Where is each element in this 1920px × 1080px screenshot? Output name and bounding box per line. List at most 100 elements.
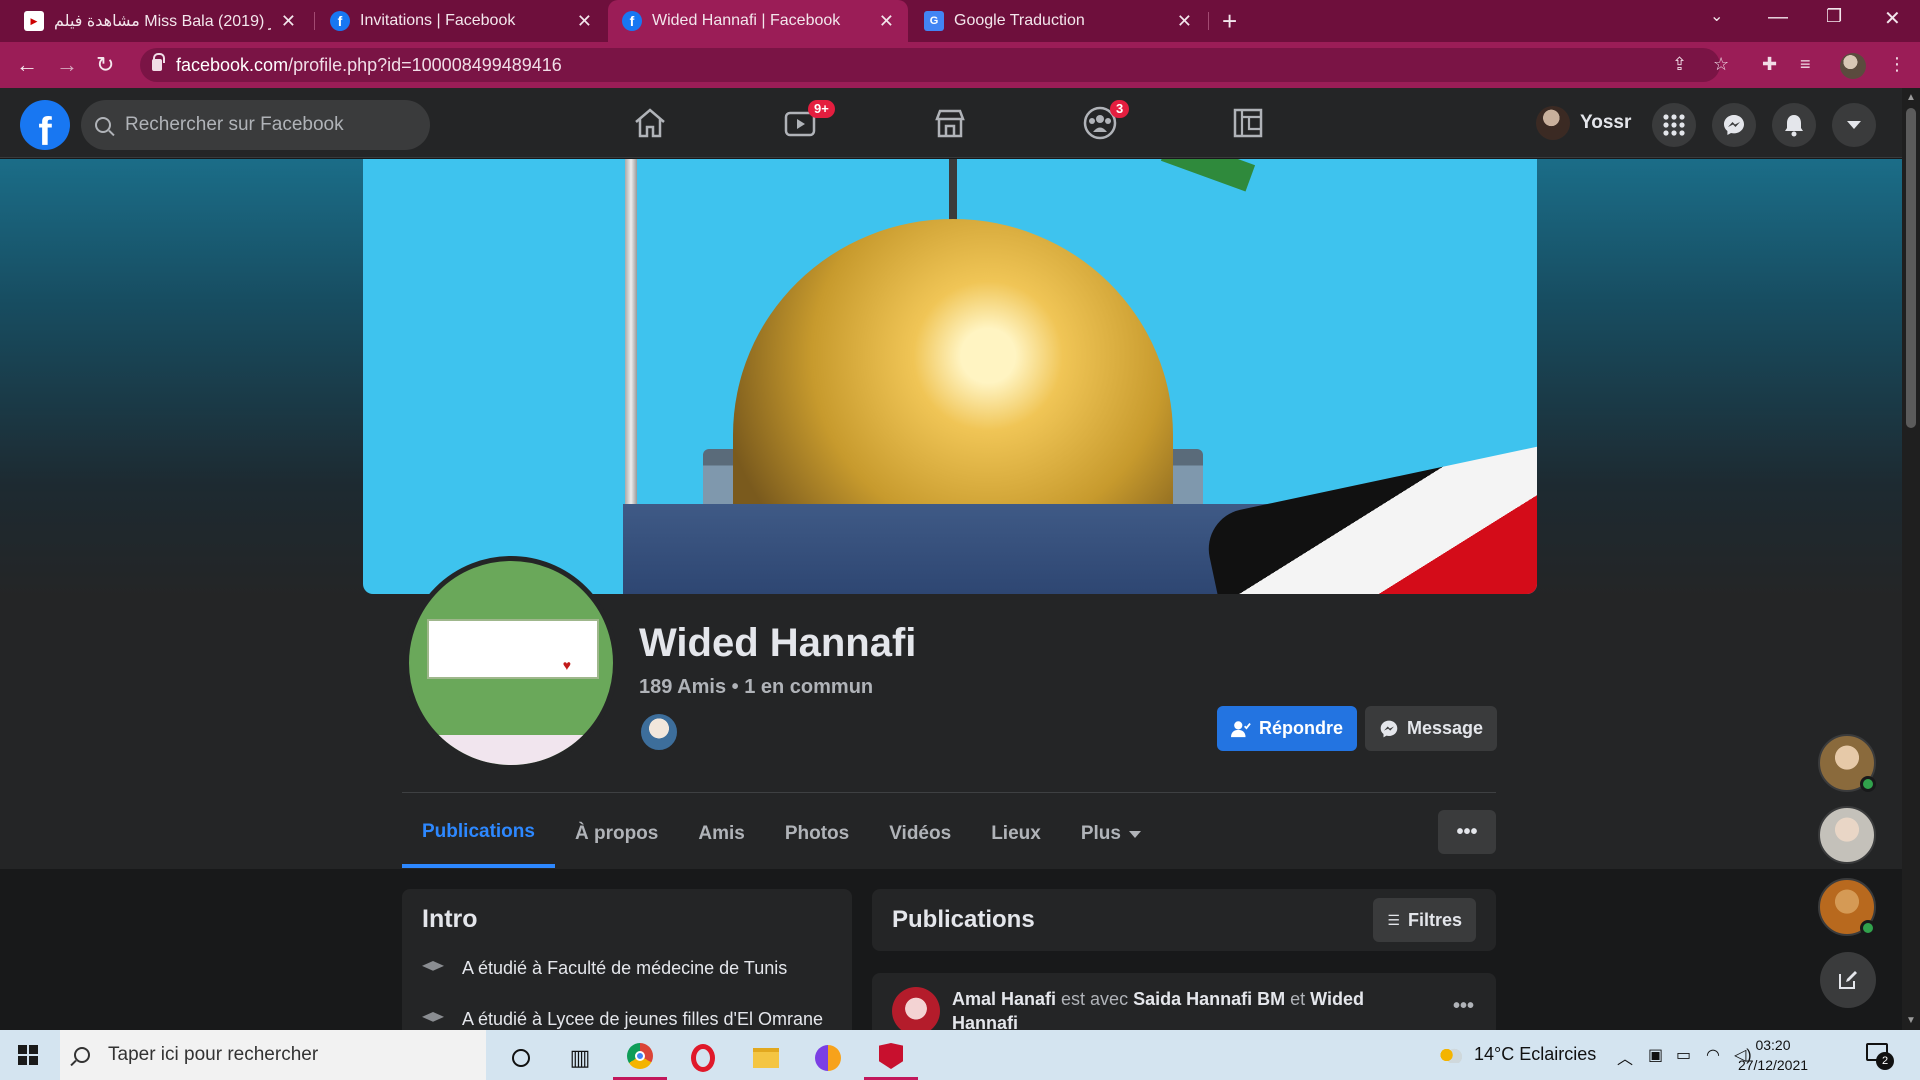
task-view-icon[interactable]: ▥ bbox=[553, 1035, 607, 1080]
address-bar[interactable]: facebook.com/profile.php?id=100008499489… bbox=[140, 48, 1720, 82]
reload-icon[interactable]: ↻ bbox=[96, 52, 114, 78]
flag-top bbox=[1160, 159, 1256, 192]
post-author[interactable]: Amal Hanafi bbox=[952, 989, 1056, 1009]
tab-about[interactable]: À propos bbox=[555, 800, 678, 868]
search-icon bbox=[95, 117, 111, 133]
page-scrollbar[interactable]: ▲ ▼ bbox=[1902, 88, 1920, 1030]
taskbar-search-placeholder: Taper ici pour rechercher bbox=[108, 1044, 319, 1065]
scrollbar-thumb[interactable] bbox=[1906, 108, 1916, 428]
clock-date: 27/12/2021 bbox=[1737, 1057, 1809, 1073]
notifications-button[interactable] bbox=[1772, 103, 1816, 147]
weather-widget[interactable]: 14°C Eclaircies bbox=[1440, 1044, 1596, 1065]
post-tagged-user[interactable]: Saida Hannafi BM bbox=[1133, 989, 1285, 1009]
online-status-dot bbox=[1860, 776, 1876, 792]
close-icon[interactable]: ✕ bbox=[577, 11, 592, 32]
nav-marketplace[interactable] bbox=[890, 96, 1010, 150]
forward-icon[interactable]: → bbox=[56, 52, 78, 78]
cover-photo[interactable] bbox=[363, 159, 1537, 594]
system-clock[interactable]: 03:20 27/12/2021 bbox=[1728, 1035, 1818, 1075]
filters-button[interactable]: ☰ Filtres bbox=[1373, 898, 1476, 942]
show-hidden-icons-icon[interactable]: ︿ bbox=[1617, 1045, 1633, 1069]
online-status-dot bbox=[1860, 920, 1876, 936]
tab-friends[interactable]: Amis bbox=[678, 800, 764, 868]
browser-toolbar: ← → ↻ facebook.com/profile.php?id=100008… bbox=[0, 42, 1920, 88]
profile-divider bbox=[402, 792, 1496, 793]
scroll-up-icon[interactable]: ▲ bbox=[1906, 92, 1916, 103]
caret-down-icon bbox=[1128, 830, 1141, 838]
message-button[interactable]: Message bbox=[1365, 706, 1497, 751]
graduation-cap-icon bbox=[422, 1012, 444, 1022]
browser-tab-profile[interactable]: f Wided Hannafi | Facebook ✕ bbox=[608, 0, 908, 42]
notification-count-badge: 2 bbox=[1876, 1052, 1894, 1070]
tab-more[interactable]: Plus bbox=[1061, 800, 1161, 868]
nav-home[interactable] bbox=[590, 96, 710, 150]
restore-icon[interactable]: ❐ bbox=[1826, 6, 1842, 27]
mcafee-taskbar-icon[interactable] bbox=[864, 1035, 918, 1080]
browser-tab-movie[interactable]: ▶ مشاهدة فيلم Miss Bala (2019) متر ✕ bbox=[10, 0, 310, 42]
cortana-icon[interactable] bbox=[494, 1035, 548, 1080]
browser-tab-invitations[interactable]: f Invitations | Facebook ✕ bbox=[316, 0, 606, 42]
close-icon[interactable]: ✕ bbox=[879, 11, 894, 32]
profile-picture[interactable] bbox=[404, 556, 618, 770]
profile-shortcut[interactable]: Yossr bbox=[1536, 105, 1631, 141]
minimize-icon[interactable]: — bbox=[1768, 6, 1788, 29]
contact-avatar[interactable] bbox=[1818, 734, 1876, 792]
tab-publications[interactable]: Publications bbox=[402, 800, 555, 868]
search-placeholder: Rechercher sur Facebook bbox=[125, 114, 344, 135]
user-name: Yossr bbox=[1580, 112, 1632, 133]
new-message-button[interactable] bbox=[1820, 952, 1876, 1008]
opera-taskbar-icon[interactable] bbox=[676, 1035, 730, 1080]
bookmark-star-icon[interactable]: ☆ bbox=[1713, 54, 1729, 75]
contact-avatar[interactable] bbox=[1818, 878, 1876, 936]
close-icon[interactable]: ✕ bbox=[281, 11, 296, 32]
tab-photos[interactable]: Photos bbox=[765, 800, 869, 868]
tab-places[interactable]: Lieux bbox=[971, 800, 1061, 868]
browser-menu-icon[interactable]: ⋮ bbox=[1888, 54, 1906, 75]
tab-videos[interactable]: Vidéos bbox=[869, 800, 971, 868]
new-tab-icon[interactable]: + bbox=[1222, 6, 1237, 37]
wifi-icon[interactable]: ◠ bbox=[1706, 1045, 1720, 1065]
chrome-taskbar-icon[interactable] bbox=[613, 1035, 667, 1080]
post-author-avatar[interactable] bbox=[892, 987, 940, 1035]
battery-icon[interactable]: ▭ bbox=[1676, 1045, 1691, 1065]
post-options-icon[interactable]: ••• bbox=[1453, 995, 1474, 1018]
browser-taskbar-icon[interactable] bbox=[801, 1035, 855, 1080]
facebook-search-input[interactable]: Rechercher sur Facebook bbox=[81, 100, 430, 150]
window-close-icon[interactable]: ✕ bbox=[1884, 6, 1901, 31]
account-menu-button[interactable] bbox=[1832, 103, 1876, 147]
nav-watch[interactable]: 9+ bbox=[740, 96, 860, 150]
browser-tab-translate[interactable]: G Google Traduction ✕ bbox=[910, 0, 1206, 42]
browser-profile-avatar[interactable] bbox=[1840, 53, 1866, 79]
taskbar-search-input[interactable]: Taper ici pour rechercher bbox=[60, 1030, 486, 1080]
mutual-friend-avatar[interactable] bbox=[639, 712, 679, 752]
menu-grid-button[interactable] bbox=[1652, 103, 1696, 147]
close-icon[interactable]: ✕ bbox=[1177, 11, 1192, 32]
back-icon[interactable]: ← bbox=[16, 52, 38, 78]
facebook-icon: f bbox=[622, 11, 642, 31]
facebook-logo-icon[interactable]: f bbox=[20, 100, 70, 150]
windows-start-icon[interactable] bbox=[18, 1045, 38, 1065]
extensions-icon[interactable]: ✚ bbox=[1762, 54, 1777, 75]
contact-avatar[interactable] bbox=[1818, 806, 1876, 864]
intro-item-text[interactable]: A étudié à Lycee de jeunes filles d'El O… bbox=[462, 1009, 823, 1030]
search-icon bbox=[74, 1047, 90, 1063]
reply-friend-request-button[interactable]: Répondre bbox=[1217, 706, 1357, 751]
media-control-icon[interactable]: ≡ bbox=[1800, 54, 1811, 75]
scroll-down-icon[interactable]: ▼ bbox=[1906, 1015, 1916, 1026]
graduation-cap-icon bbox=[422, 961, 444, 971]
friends-count[interactable]: 189 Amis • 1 en commun bbox=[639, 676, 873, 699]
publications-header: Publications ☰ Filtres bbox=[872, 889, 1496, 951]
share-icon[interactable]: ⇪ bbox=[1672, 54, 1687, 75]
intro-item-text[interactable]: A étudié à Faculté de médecine de Tunis bbox=[462, 958, 787, 979]
person-check-icon bbox=[1231, 720, 1251, 737]
tab-search-icon[interactable]: ⌄ bbox=[1710, 6, 1723, 26]
google-translate-icon: G bbox=[924, 11, 944, 31]
messenger-button[interactable] bbox=[1712, 103, 1756, 147]
meet-now-icon[interactable]: ▣ bbox=[1648, 1045, 1663, 1065]
profile-more-options-button[interactable]: ••• bbox=[1438, 810, 1496, 854]
nav-groups[interactable]: 3 bbox=[1040, 96, 1160, 150]
url-host: facebook.com bbox=[176, 54, 289, 75]
nav-gaming[interactable] bbox=[1188, 96, 1308, 150]
file-explorer-icon[interactable] bbox=[739, 1035, 793, 1080]
home-icon bbox=[635, 108, 665, 138]
